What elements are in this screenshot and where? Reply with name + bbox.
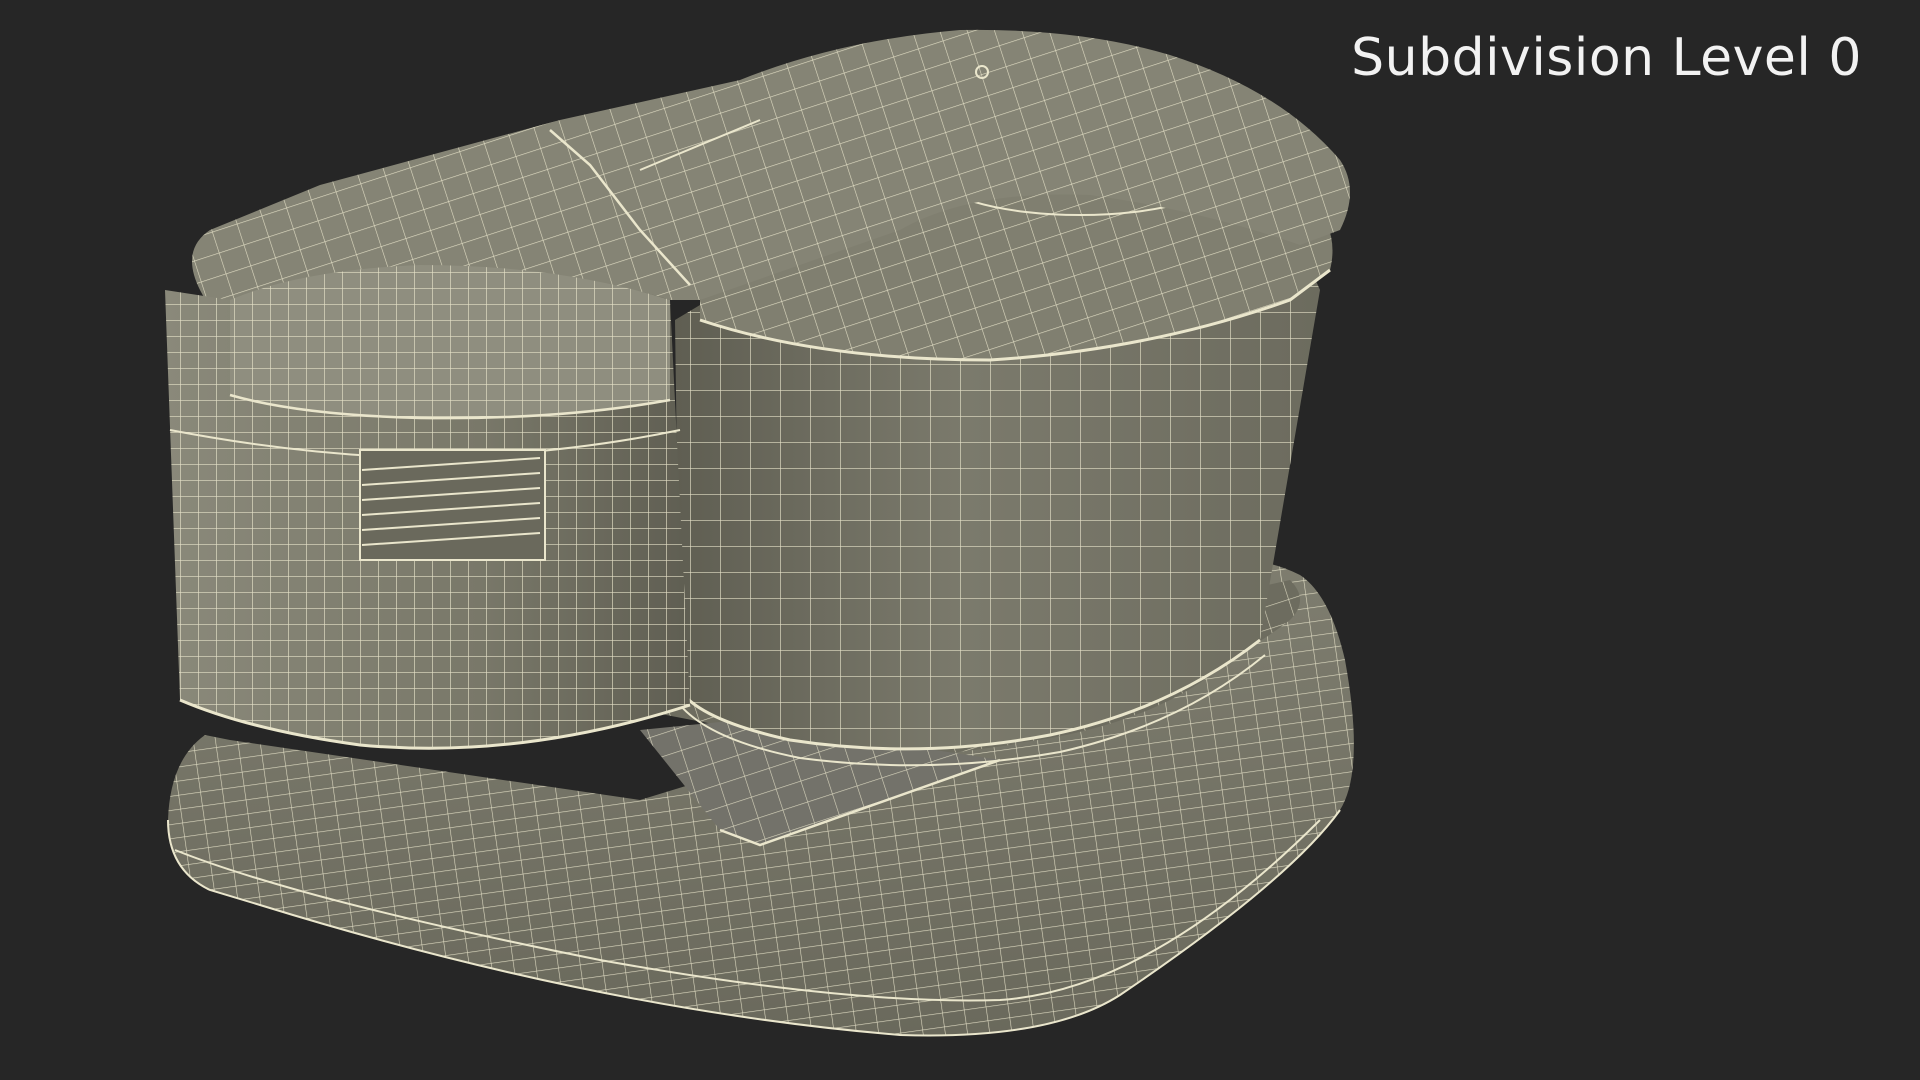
subdivision-level-label: Subdivision Level 0 [1351,28,1862,88]
motor-cap [229,265,671,420]
vent-slots [359,449,546,561]
render-viewport: Subdivision Level 0 [0,0,1920,1080]
wireframe-model [165,29,1354,1037]
